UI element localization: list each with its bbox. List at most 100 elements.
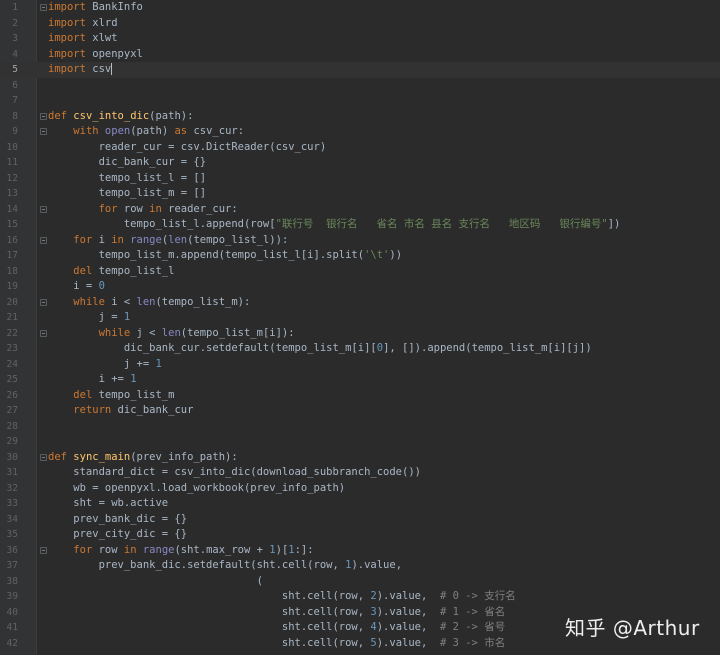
- code-text: for row in reader_cur:: [98, 202, 238, 215]
- code-line[interactable]: 37 prev_bank_dic.setdefault(sht.cell(row…: [0, 558, 720, 574]
- code-text: sht.cell(row, 5).value, # 3 -> 市名: [48, 636, 506, 649]
- code-line[interactable]: 19 i = 0: [0, 279, 720, 295]
- code-line[interactable]: 22 while j < len(tempo_list_m[i]):: [0, 326, 720, 342]
- code-line[interactable]: 35 prev_city_dic = {}: [0, 527, 720, 543]
- code-text: prev_bank_dic.setdefault(sht.cell(row, 1…: [48, 559, 403, 571]
- fold-toggle-icon[interactable]: [40, 298, 47, 306]
- code-text: tempo_list_l.append(row["联行号 银行名 省名 市名 县…: [48, 218, 621, 230]
- code-line[interactable]: 24 j += 1: [0, 357, 720, 373]
- code-text: import xlrd: [48, 16, 118, 29]
- code-text: standard_dict = csv_into_dic(download_su…: [48, 466, 421, 478]
- line-number: 21: [6, 312, 18, 323]
- code-line[interactable]: 33 sht = wb.active: [0, 496, 720, 512]
- code-line[interactable]: 9 with open(path) as csv_cur:: [0, 124, 720, 140]
- code-line[interactable]: 13 tempo_list_m = []: [0, 186, 720, 202]
- line-number: 13: [6, 188, 18, 199]
- line-number: 10: [6, 141, 18, 153]
- fold-toggle-icon[interactable]: [40, 453, 47, 461]
- line-number: 22: [6, 327, 18, 339]
- line-number: 38: [6, 575, 18, 587]
- code-line[interactable]: 1 import BankInfo: [0, 0, 720, 16]
- fold-toggle-icon[interactable]: [40, 112, 47, 120]
- code-line[interactable]: 26 del tempo_list_m: [0, 388, 720, 404]
- code-text: del tempo_list_l: [73, 264, 175, 277]
- code-line[interactable]: 14 for row in reader_cur:: [0, 202, 720, 218]
- code-line[interactable]: 30 def sync_main(prev_info_path):: [0, 450, 720, 466]
- line-number: 28: [6, 420, 18, 432]
- code-text: i = 0: [48, 280, 105, 292]
- code-line[interactable]: 7: [0, 93, 720, 109]
- code-text: wb = openpyxl.load_workbook(prev_info_pa…: [48, 481, 346, 494]
- code-text: prev_bank_dic = {}: [48, 512, 188, 525]
- code-line[interactable]: 20 while i < len(tempo_list_m):: [0, 295, 720, 311]
- code-line[interactable]: 12 tempo_list_l = []: [0, 171, 720, 187]
- code-line[interactable]: 10 reader_cur = csv.DictReader(csv_cur): [0, 140, 720, 156]
- code-line[interactable]: 32 wb = openpyxl.load_workbook(prev_info…: [0, 481, 720, 497]
- line-number: 39: [6, 591, 18, 602]
- fold-toggle-icon[interactable]: [40, 546, 47, 554]
- fold-toggle-icon[interactable]: [40, 236, 47, 244]
- code-line[interactable]: 16 for i in range(len(tempo_list_l)):: [0, 233, 720, 249]
- code-line[interactable]: 5 import csv: [0, 62, 720, 78]
- code-text: prev_city_dic = {}: [48, 528, 188, 540]
- code-line[interactable]: 4 import openpyxl: [0, 47, 720, 63]
- line-number: 24: [6, 358, 18, 370]
- code-line[interactable]: 6: [0, 78, 720, 94]
- line-number: 25: [6, 374, 18, 385]
- line-number: 12: [6, 172, 18, 184]
- code-text: reader_cur = csv.DictReader(csv_cur): [48, 140, 327, 153]
- code-text: def csv_into_dic(path):: [48, 109, 194, 122]
- code-editor[interactable]: 1 import BankInfo 2 import xlrd 3 import xlwt…: [0, 0, 720, 655]
- code-line[interactable]: 34 prev_bank_dic = {}: [0, 512, 720, 528]
- fold-toggle-icon[interactable]: [40, 205, 47, 213]
- code-text: j = 1: [48, 311, 131, 323]
- line-number: 30: [6, 451, 18, 463]
- code-line[interactable]: 36 for row in range(sht.max_row + 1)[1:]…: [0, 543, 720, 559]
- line-number: 18: [6, 265, 18, 277]
- code-line[interactable]: 28: [0, 419, 720, 435]
- line-number: 2: [12, 17, 18, 29]
- code-line[interactable]: 2 import xlrd: [0, 16, 720, 32]
- line-number: 17: [6, 250, 18, 261]
- code-line[interactable]: 25 i += 1: [0, 372, 720, 388]
- fold-toggle-icon[interactable]: [40, 4, 47, 11]
- code-line[interactable]: 23 dic_bank_cur.setdefault(tempo_list_m[…: [0, 341, 720, 357]
- code-line[interactable]: 17 tempo_list_m.append(tempo_list_l[i].s…: [0, 248, 720, 264]
- code-text: import csv: [48, 63, 113, 75]
- code-line[interactable]: 15 tempo_list_l.append(row["联行号 银行名 省名 市…: [0, 217, 720, 233]
- code-line[interactable]: 39 sht.cell(row, 2).value, # 0 -> 支行名: [0, 589, 720, 605]
- code-line[interactable]: 27 return dic_bank_cur: [0, 403, 720, 419]
- code-line[interactable]: 3 import xlwt: [0, 31, 720, 47]
- code-text: sht.cell(row, 3).value, # 1 -> 省名: [48, 605, 506, 618]
- fold-toggle-icon[interactable]: [40, 128, 47, 135]
- code-line[interactable]: 11 dic_bank_cur = {}: [0, 155, 720, 171]
- code-line[interactable]: 21 j = 1: [0, 310, 720, 326]
- code-line[interactable]: 8 def csv_into_dic(path):: [0, 109, 720, 125]
- code-text: for row in range(sht.max_row + 1)[1:]:: [73, 543, 314, 556]
- code-text: return dic_bank_cur: [73, 404, 194, 416]
- code-line[interactable]: 29: [0, 434, 720, 450]
- line-number: 36: [6, 544, 18, 556]
- code-line[interactable]: 18 del tempo_list_l: [0, 264, 720, 280]
- line-number: 40: [6, 606, 18, 618]
- code-text: sht = wb.active: [48, 497, 169, 509]
- line-number: 42: [6, 637, 18, 649]
- line-number: 35: [6, 529, 18, 540]
- line-number: 29: [6, 436, 18, 447]
- line-number: 6: [12, 79, 18, 91]
- code-line[interactable]: 31 standard_dict = csv_into_dic(download…: [0, 465, 720, 481]
- line-number: 37: [6, 560, 18, 571]
- code-text: tempo_list_m = []: [48, 187, 207, 199]
- line-number: 9: [12, 126, 18, 137]
- watermark: 知乎 @Arthur: [565, 616, 700, 640]
- fold-toggle-icon[interactable]: [40, 329, 47, 337]
- code-text: with open(path) as csv_cur:: [73, 125, 245, 137]
- line-number: 4: [12, 48, 18, 60]
- code-text: while j < len(tempo_list_m[i]):: [98, 326, 295, 339]
- code-text: while i < len(tempo_list_m):: [73, 295, 251, 308]
- code-text: for i in range(len(tempo_list_l)):: [73, 233, 289, 246]
- code-text: import openpyxl: [48, 47, 143, 60]
- code-line[interactable]: 38 (: [0, 574, 720, 590]
- code-text: import BankInfo: [48, 1, 143, 13]
- code-text: (: [48, 574, 263, 587]
